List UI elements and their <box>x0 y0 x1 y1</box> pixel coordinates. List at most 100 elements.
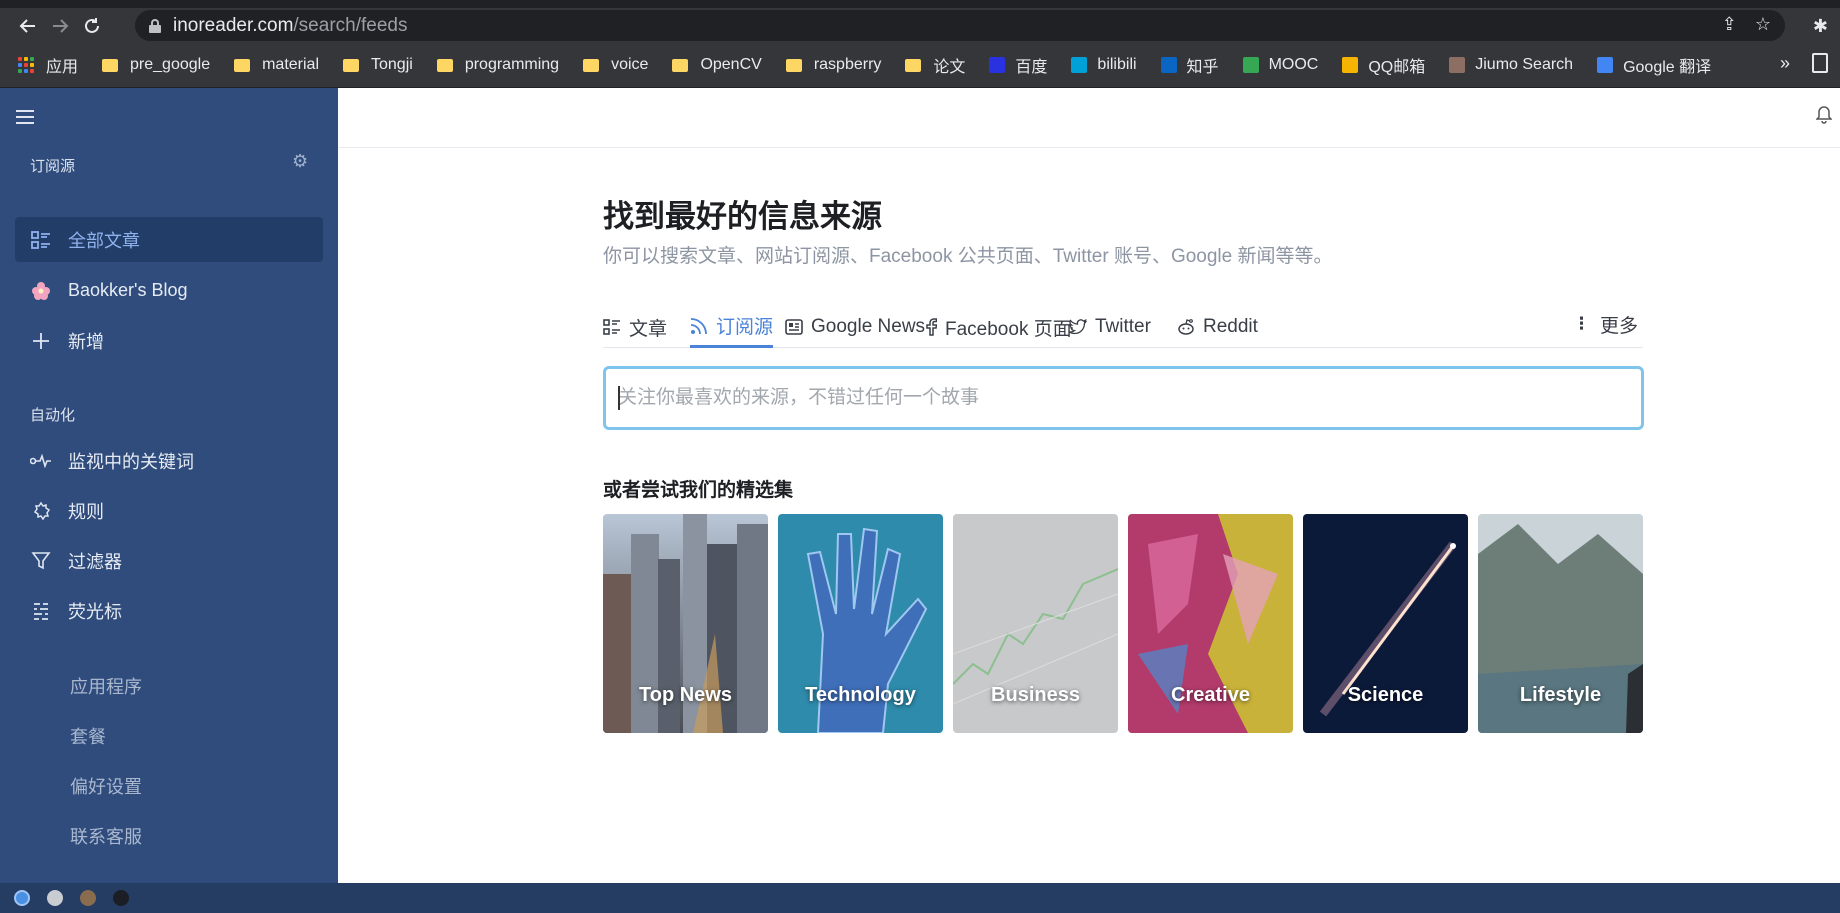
bookmark-item[interactable]: 知乎 <box>1160 53 1219 77</box>
feed-search-input[interactable] <box>606 369 1641 427</box>
bookmark-label: bilibili <box>1097 56 1137 73</box>
collection-label: Top News <box>639 684 732 706</box>
bookmark-label: OpenCV <box>700 56 762 73</box>
hamburger-menu-icon[interactable] <box>16 110 34 124</box>
bookmark-label: Google 翻译 <box>1623 59 1712 76</box>
back-arrow-icon <box>19 18 35 33</box>
sidebar-item-label: 规则 <box>68 501 104 522</box>
taskbar-app-icon[interactable] <box>80 890 96 906</box>
sidebar-item-rules[interactable]: 规则 <box>15 488 323 533</box>
sidebar-item-all-articles[interactable]: 全部文章 <box>15 217 323 262</box>
bookmark-item[interactable]: Tongji <box>343 56 413 74</box>
folder-icon <box>785 58 802 72</box>
sidebar-item-label: 监视中的关键词 <box>68 451 194 472</box>
bookmark-item[interactable]: QQ邮箱 <box>1342 53 1425 77</box>
bookmarks-overflow-icon[interactable]: » <box>1780 53 1790 74</box>
bookmark-label: pre_google <box>130 56 211 73</box>
bookmark-label: programming <box>464 56 560 73</box>
more-vertical-icon: ⋮ <box>1573 314 1590 333</box>
collection-card-lifestyle[interactable]: Lifestyle <box>1478 514 1643 733</box>
sidebar-item-filters[interactable]: 过滤器 <box>15 538 323 583</box>
tab-label: 订阅源 <box>716 317 774 338</box>
bookmark-item[interactable]: OpenCV <box>672 56 762 74</box>
sidebar-link-plans[interactable]: 套餐 <box>70 723 106 749</box>
sidebar-item-baokkers-blog[interactable]: Baokker's Blog <box>15 268 323 313</box>
bookmark-item[interactable]: raspberry <box>785 56 881 74</box>
tab-articles[interactable]: 文章 <box>603 306 667 348</box>
site-favicon-icon <box>1160 57 1177 73</box>
collection-card-creative[interactable]: Creative <box>1128 514 1293 733</box>
sidebar-link-apps[interactable]: 应用程序 <box>70 673 142 699</box>
bookmark-item[interactable]: bilibili <box>1071 56 1137 74</box>
folder-icon <box>905 58 922 72</box>
bookmark-item[interactable]: 应用 <box>18 53 78 77</box>
site-favicon-icon <box>1242 57 1259 73</box>
tab-facebook[interactable]: Facebook 页面 <box>925 306 1072 348</box>
tab-reddit[interactable]: Reddit <box>1177 306 1258 348</box>
sidebar-link-support[interactable]: 联系客服 <box>70 823 142 849</box>
bell-icon[interactable] <box>1815 106 1833 129</box>
taskbar-app-icon[interactable] <box>113 890 129 906</box>
collection-card-technology[interactable]: Technology <box>778 514 943 733</box>
bookmark-item[interactable]: material <box>234 56 319 74</box>
bookmark-item[interactable]: pre_google <box>102 56 210 74</box>
collection-label: Technology <box>805 684 916 706</box>
gear-icon[interactable]: ⚙ <box>292 151 308 172</box>
bookmark-label: 论文 <box>933 59 966 76</box>
sidebar-item-label: 全部文章 <box>68 230 140 251</box>
bookmark-item[interactable]: MOOC <box>1242 56 1319 74</box>
bookmark-item[interactable]: voice <box>583 56 648 74</box>
bookmark-label: 知乎 <box>1186 59 1219 76</box>
taskbar-app-icon[interactable] <box>47 890 63 906</box>
tab-twitter[interactable]: Twitter <box>1069 306 1151 348</box>
folder-icon <box>343 58 359 72</box>
reading-list-icon[interactable] <box>1812 53 1828 73</box>
collection-label: Science <box>1347 684 1424 706</box>
reload-button[interactable] <box>76 10 108 42</box>
taskbar-app-icon[interactable] <box>14 890 30 906</box>
bookmark-item[interactable]: Google 翻译 <box>1597 53 1711 77</box>
sidebar-item-add[interactable]: 新增 <box>15 318 323 363</box>
feeds-section-label: 订阅源 <box>30 158 76 175</box>
bookmark-label: QQ邮箱 <box>1368 59 1426 76</box>
tab-feeds[interactable]: 订阅源 <box>690 306 774 348</box>
lock-icon <box>149 18 161 33</box>
bookmark-item[interactable]: programming <box>436 56 560 74</box>
bookmark-star-icon[interactable]: ☆ <box>1755 14 1771 35</box>
collection-card-top-news[interactable]: Top News <box>603 514 768 733</box>
browser-toolbar: inoreader.com/search/feeds ⇪ ☆ ✱ <box>0 8 1840 43</box>
search-tabs: 文章 订阅源 Google News Facebook 页面 Twitter R… <box>603 306 1643 348</box>
rss-icon <box>690 317 708 335</box>
bookmark-item[interactable]: Jiumo Search <box>1449 56 1573 74</box>
forward-button[interactable] <box>44 10 76 42</box>
tab-label: 文章 <box>629 318 668 340</box>
browser-tabstrip <box>0 0 1840 8</box>
collection-card-science[interactable]: Science <box>1303 514 1468 733</box>
site-favicon-icon <box>1342 57 1359 73</box>
bookmark-item[interactable]: 论文 <box>905 53 965 77</box>
sidebar-link-preferences[interactable]: 偏好设置 <box>70 773 142 799</box>
back-button[interactable] <box>12 10 44 42</box>
taskbar <box>0 883 1840 913</box>
facebook-icon <box>925 318 937 336</box>
collections-grid: Top News Technology Business Creative Sc… <box>603 514 1643 733</box>
tab-google-news[interactable]: Google News <box>785 306 925 348</box>
highlighter-icon <box>29 599 53 623</box>
more-label: 更多 <box>1600 315 1639 337</box>
sidebar-item-highlighter[interactable]: 荧光标 <box>15 588 323 633</box>
bookmark-label: 应用 <box>46 59 79 76</box>
bookmark-item[interactable]: 百度 <box>989 53 1047 77</box>
more-button[interactable]: ⋮ 更多 <box>1573 303 1638 345</box>
collection-label: Creative <box>1171 684 1250 706</box>
address-bar[interactable]: inoreader.com/search/feeds ⇪ ☆ <box>135 10 1785 41</box>
sidebar-item-monitored-keywords[interactable]: 监视中的关键词 <box>15 438 323 483</box>
folder-icon <box>672 58 689 72</box>
extensions-puzzle-icon[interactable]: ✱ <box>1813 16 1828 37</box>
share-icon[interactable]: ⇪ <box>1722 14 1737 35</box>
folder-icon <box>234 58 251 72</box>
bookmark-label: MOOC <box>1268 56 1319 73</box>
site-favicon-icon <box>1597 57 1614 73</box>
rules-icon <box>29 499 53 523</box>
collection-card-business[interactable]: Business <box>953 514 1118 733</box>
text-cursor <box>618 386 620 410</box>
